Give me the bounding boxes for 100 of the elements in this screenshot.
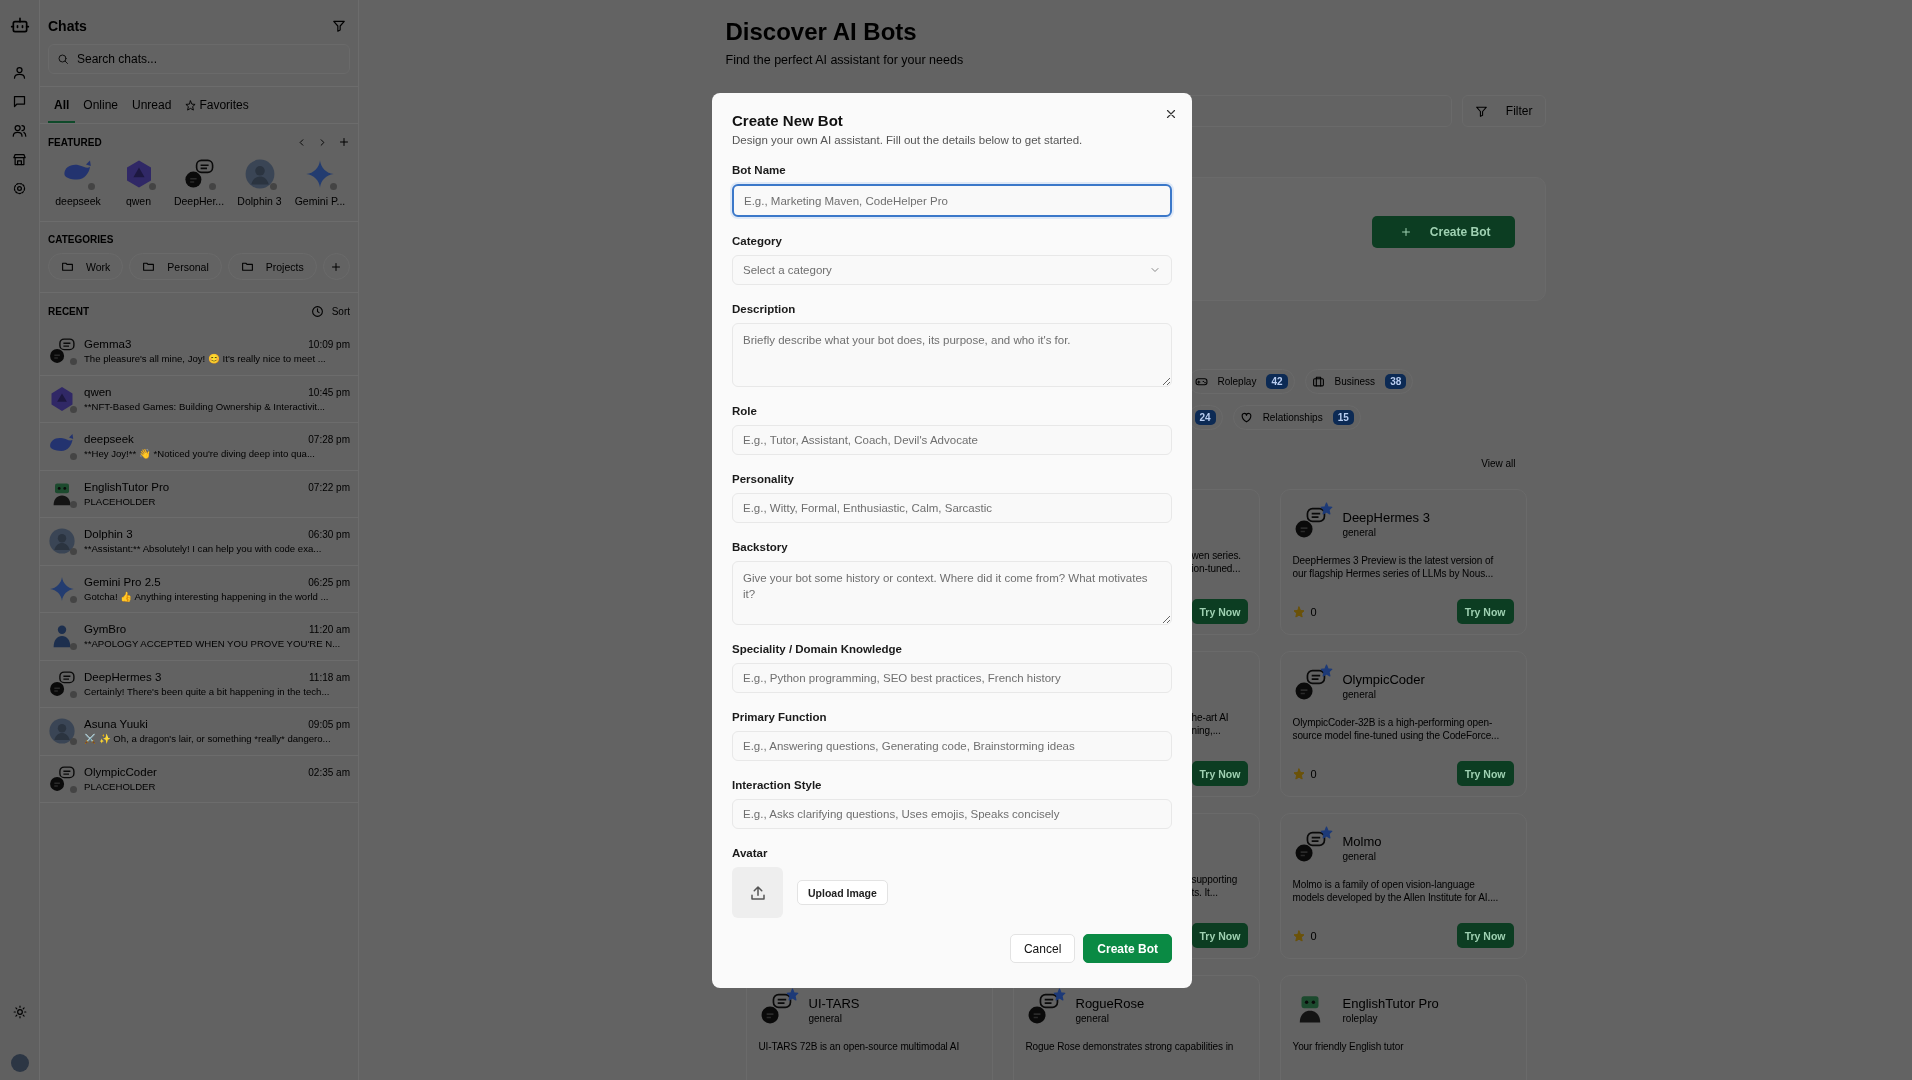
chat-time: 07:28 pm [308, 434, 350, 446]
upload-image-button[interactable]: Upload Image [797, 880, 888, 905]
dialog-subtitle: Design your own AI assistant. Fill out the details below to get started. [732, 134, 1084, 146]
create-bot-button[interactable]: Create Bot [1371, 216, 1515, 248]
chat-name[interactable]: EnglishTutor Pro [84, 480, 170, 493]
chat-name[interactable]: deepseek [84, 433, 134, 446]
filter-tab[interactable]: Online [77, 87, 125, 123]
category-pill[interactable]: Business 38 [1304, 369, 1414, 394]
plus-icon[interactable] [338, 136, 350, 148]
filter-button[interactable]: Filter [1461, 95, 1546, 127]
bot-name[interactable]: deepseek [55, 195, 101, 207]
field-label: Description [732, 303, 797, 315]
star-icon [185, 99, 197, 111]
chat-icon[interactable] [12, 94, 27, 109]
section-heading: FEATURED [48, 136, 102, 148]
bot-description: ning,... [1191, 724, 1222, 737]
text-area[interactable]: Briefly describe what your bot does, its purpose, and who it's for. [732, 323, 1172, 387]
bot-description: DeepHermes 3 Preview is the latest version of [1292, 554, 1495, 567]
briefcase-icon [1311, 375, 1325, 388]
chat-name[interactable]: Asuna Yuuki [84, 718, 148, 731]
bot-description: Your friendly English tutor [1292, 1040, 1405, 1053]
bot-description: our flagship Hermes series of LLMs by Nous... [1292, 567, 1495, 580]
page-title: Discover AI Bots [725, 18, 918, 46]
message-preview: **APOLOGY ACCEPTED WHEN YOU PROVE YOU'RE N... [84, 638, 342, 650]
try-now-button[interactable]: Try Now [1456, 599, 1514, 624]
folder-icon [61, 260, 74, 273]
try-now-button[interactable]: Try Now [1456, 923, 1514, 948]
search-field[interactable]: Search chats... [48, 44, 350, 74]
bot-name[interactable]: DeepHer... [173, 195, 225, 207]
star-icon [1292, 767, 1305, 780]
view-all-link[interactable]: View all [1481, 458, 1516, 469]
bot-category: general [1342, 689, 1377, 700]
users-icon[interactable] [12, 123, 27, 138]
try-now-button[interactable]: Try Now [1456, 761, 1514, 786]
chat-name[interactable]: GymBro [84, 623, 127, 636]
try-now-button[interactable]: Try Now [1191, 923, 1249, 948]
filter-tab[interactable]: All [48, 87, 76, 123]
count-badge: 42 [1266, 374, 1288, 389]
bot-description: he-art AI [1191, 711, 1230, 724]
chat-name[interactable]: qwen [84, 385, 112, 398]
bot-name: UI-TARS [808, 996, 860, 1011]
category-chip[interactable]: Projects [227, 253, 317, 280]
rating-count: 0 [1310, 929, 1317, 942]
message-preview: Certainly! There's been quite a bit happening in the tech... [84, 685, 331, 697]
chat-name[interactable]: DeepHermes 3 [84, 670, 162, 683]
message-preview: **Assistant:** Absolutely! I can help you with code exa... [84, 543, 323, 555]
chat-name[interactable]: Gemini Pro 2.5 [84, 575, 161, 588]
bot-description: models developed by the Allen Institute for AI.... [1292, 891, 1500, 904]
bot-description: source model fine-tuned using the CodeForce... [1292, 729, 1501, 742]
chat-name[interactable]: Gemma3 [84, 338, 132, 351]
message-preview: Gotcha! 👍 Anything interesting happening in the world ... [84, 590, 330, 602]
count-badge: 38 [1385, 374, 1407, 389]
bot-logo-icon[interactable] [9, 15, 30, 35]
person-icon[interactable] [12, 65, 27, 80]
filter-tab[interactable]: Unread [126, 87, 178, 123]
avatar-placeholder[interactable] [732, 867, 783, 918]
chat-name[interactable]: OlympicCoder [84, 765, 157, 778]
close-icon[interactable] [1164, 107, 1178, 121]
bot-name[interactable]: qwen [125, 195, 152, 207]
bot-description: UI-TARS 72B is an open-source multimodal AI [758, 1040, 961, 1053]
bot-name: EnglishTutor Pro [1342, 996, 1439, 1011]
chat-time: 11:20 am [309, 624, 350, 636]
avatar-icon [48, 527, 76, 556]
gamepad-icon [1194, 375, 1208, 388]
bot-name[interactable]: Dolphin 3 [237, 195, 282, 207]
count-badge: 15 [1332, 410, 1354, 425]
folder-icon [142, 260, 156, 273]
rating-count: 0 [1310, 767, 1317, 780]
sort-button[interactable]: Sort [310, 305, 350, 318]
category-chip[interactable]: Personal [129, 253, 222, 280]
chat-bubble-icon [48, 337, 76, 366]
try-now-button[interactable]: Try Now [1191, 761, 1249, 786]
message-preview: The pleasure's all mine, Joy! 😊 It's really nice to meet ... [84, 353, 327, 365]
search-icon [57, 53, 69, 65]
text-area[interactable]: Give your bot some history or context. Where did it come from? What motivates it? [732, 561, 1172, 625]
user-avatar[interactable] [10, 1054, 29, 1072]
category-chip[interactable]: Work [48, 253, 124, 280]
filter-icon [1474, 104, 1488, 118]
chat-time: 06:25 pm [308, 576, 350, 588]
add-category-button[interactable] [322, 253, 350, 280]
filter-icon[interactable] [332, 19, 346, 33]
plus-icon [1399, 226, 1412, 238]
bot-name[interactable]: Gemini P... [294, 195, 346, 207]
sun-icon[interactable] [12, 1005, 27, 1019]
dialog-title: Create New Bot [732, 112, 844, 129]
cancel-button[interactable]: Cancel [1009, 934, 1076, 963]
message-preview: ⚔ ✨ Oh, a dragon's lair, or something *really* dangero... [84, 733, 332, 745]
chat-time: 11:18 am [309, 671, 350, 683]
message-preview: **NFT-Based Games: Building Ownership & Interactivit... [84, 400, 326, 412]
bot-category: general [808, 1013, 843, 1024]
filter-tab[interactable]: Favorites [179, 87, 255, 123]
category-pill[interactable]: Relationships 15 [1232, 405, 1361, 430]
text-field[interactable]: E.g., Marketing Maven, CodeHelper Pro [732, 184, 1172, 217]
category-select[interactable]: Select a category [732, 255, 1172, 285]
chat-name[interactable]: Dolphin 3 [84, 528, 133, 541]
create-bot-button[interactable]: Create Bot [1083, 934, 1172, 963]
store-icon[interactable] [12, 152, 27, 167]
field-label: Interaction Style [732, 779, 823, 791]
bot-name: OlympicCoder [1342, 672, 1425, 687]
try-now-button[interactable]: Try Now [1191, 599, 1249, 624]
